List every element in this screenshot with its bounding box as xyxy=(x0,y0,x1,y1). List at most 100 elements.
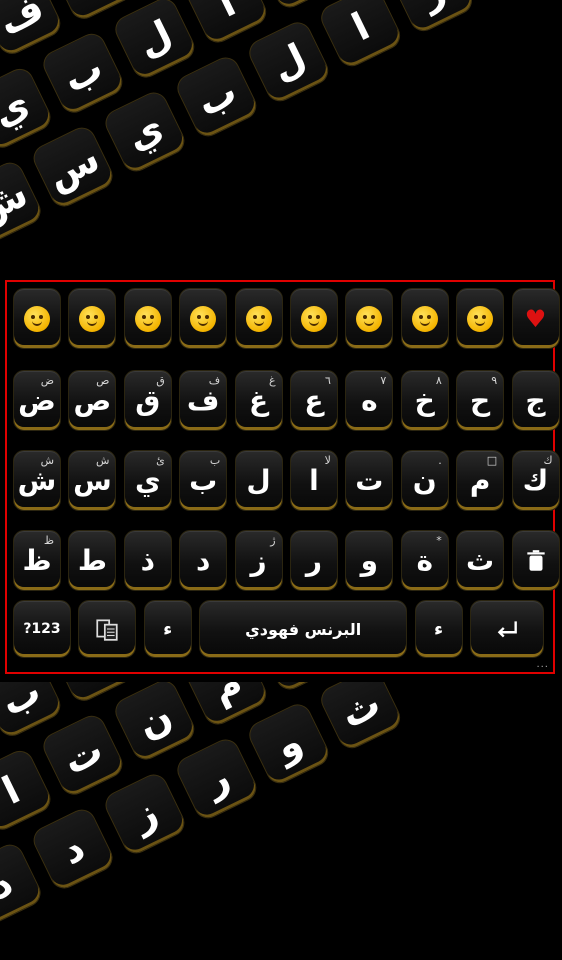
key-label: ص xyxy=(73,384,112,417)
emoji-broken-heart-key[interactable]: ♥ xyxy=(511,288,560,349)
space-key[interactable]: البرنس فهودي xyxy=(199,600,408,658)
key-2[interactable]: ذ xyxy=(123,530,172,591)
key-7[interactable]: ٨خ xyxy=(400,370,449,431)
key-6[interactable]: ٧ه xyxy=(345,370,394,431)
emoji-sleeping-key[interactable] xyxy=(68,288,117,349)
background-top-grid: ضقفغعهخحمسيبلاتنةشسيبلارو xyxy=(0,0,562,278)
key-sub-label: ٦ xyxy=(325,374,331,387)
key-sub-label: ص xyxy=(96,374,110,387)
key-7[interactable]: .ن xyxy=(400,450,449,511)
key-1[interactable]: شس xyxy=(68,450,117,511)
letter-row-3: ظ ظ ط ذ د ژ ز ر و * ة ث xyxy=(13,530,560,591)
key-label: و xyxy=(360,544,379,577)
letter-row-1: ضضصصققففغغ٦ع٧ه٨خ٩حج xyxy=(13,370,560,431)
hamza-alt-key[interactable]: ء xyxy=(414,600,463,658)
key-2[interactable]: قق xyxy=(123,370,172,431)
background-top-keyboard: ضقفغعهخحمسيبلاتنةشسيبلارو xyxy=(0,0,562,278)
key-5[interactable]: ٦ع xyxy=(289,370,338,431)
key-8[interactable]: ٩ح xyxy=(456,370,505,431)
key-sub-label: لا xyxy=(324,454,331,467)
emoji-joy-cat-icon xyxy=(467,305,494,332)
bg-key: ي xyxy=(0,64,56,153)
key-sub-label: ق xyxy=(156,374,165,387)
key-6[interactable]: و xyxy=(345,530,394,591)
bg-key: ا xyxy=(316,0,405,71)
emoji-relieved-key[interactable] xyxy=(234,288,283,349)
key-1[interactable]: ط xyxy=(68,530,117,591)
key-label: ك xyxy=(522,464,549,497)
bg-key: ن xyxy=(110,682,199,765)
key-5[interactable]: لا ا xyxy=(289,450,338,511)
key-0[interactable]: ضض xyxy=(13,370,61,431)
bg-key: ب xyxy=(172,52,261,142)
numbers-key[interactable]: ?123 xyxy=(13,600,71,658)
key-0[interactable]: شش xyxy=(13,450,61,511)
key-1[interactable]: صص xyxy=(68,370,117,431)
delete-key[interactable] xyxy=(511,530,560,591)
key-9[interactable]: كك xyxy=(511,450,560,511)
emoji-heart-eyes-cat-key[interactable] xyxy=(400,288,449,349)
key-label: ب xyxy=(189,464,218,497)
key-sub-label: ئ xyxy=(156,454,165,467)
enter-icon xyxy=(497,621,517,638)
space-key-label: البرنس فهودي xyxy=(245,619,362,639)
keyboard-panel: ♥ ضضصصققففغغ٦ع٧ه٨خ٩حج ش ش ش س ئ ي ب ب ل لا ا ت. ن □ م ك… xyxy=(5,280,560,674)
bg-key: د xyxy=(28,804,118,894)
background-bottom-grid: سيبغعهخحلاتنمكذدزروث xyxy=(0,682,562,960)
key-4[interactable]: ژز xyxy=(234,530,283,591)
numbers-key-label: ?123 xyxy=(23,621,61,637)
bg-key: ز xyxy=(100,769,190,859)
emoji-unamused-icon xyxy=(134,305,161,332)
key-label: ف xyxy=(186,384,220,417)
hamza-key[interactable]: ء xyxy=(143,600,192,658)
key-label: ت xyxy=(355,464,384,497)
key-sub-label: □ xyxy=(486,454,498,467)
key-label: ط xyxy=(77,544,107,577)
bg-key: ث xyxy=(316,682,405,753)
key-label: ي xyxy=(134,464,161,497)
key-8[interactable]: ث xyxy=(456,530,505,591)
emoji-unamused-key[interactable] xyxy=(123,288,172,349)
clipboard-key[interactable] xyxy=(78,600,137,658)
key-label: ه xyxy=(361,384,378,417)
enter-key[interactable] xyxy=(469,600,544,658)
key-label: ع xyxy=(304,384,324,417)
key-label: ق xyxy=(135,384,161,417)
key-5[interactable]: ر xyxy=(289,530,338,591)
key-label: ة xyxy=(416,544,433,577)
key-sub-label: ژ xyxy=(270,534,276,547)
key-label: س xyxy=(73,464,112,497)
key-label: ز xyxy=(250,544,267,577)
key-6[interactable]: ت xyxy=(345,450,394,511)
key-2[interactable]: ئي xyxy=(123,450,172,511)
key-label: ج xyxy=(525,384,546,417)
key-7[interactable]: * ة xyxy=(400,530,449,591)
key-sub-label: ٨ xyxy=(435,374,442,387)
emoji-heart-eyes-cat-icon xyxy=(411,305,438,332)
emoji-slight-smile-key[interactable] xyxy=(289,288,338,349)
bg-key: و xyxy=(244,699,333,788)
key-3[interactable]: د xyxy=(179,530,228,591)
emoji-tears-of-joy-key[interactable] xyxy=(13,288,61,349)
key-label: ث xyxy=(466,544,495,577)
emoji-flushed-key[interactable] xyxy=(179,288,228,349)
key-label: ا xyxy=(309,464,319,497)
key-label: خ xyxy=(414,384,435,417)
key-8[interactable]: □ م xyxy=(456,450,505,511)
key-sub-label: ش xyxy=(95,454,110,467)
key-3[interactable]: بب xyxy=(179,450,228,511)
key-9[interactable]: ج xyxy=(511,370,560,431)
key-label: غ xyxy=(248,384,269,417)
key-sub-label: ش xyxy=(40,454,54,467)
key-0[interactable]: ظظ xyxy=(13,530,61,591)
emoji-joy-cat-key[interactable] xyxy=(456,288,505,349)
emoji-smiling-blush-icon xyxy=(356,305,383,332)
key-4[interactable]: ل xyxy=(234,450,283,511)
bg-key: ا xyxy=(0,746,56,835)
key-3[interactable]: فف xyxy=(179,370,228,431)
emoji-relieved-icon xyxy=(245,305,272,332)
emoji-smiling-blush-key[interactable] xyxy=(345,288,394,349)
bg-key: و xyxy=(460,0,549,1)
key-4[interactable]: غغ xyxy=(234,370,283,431)
key-label: ظ xyxy=(22,544,52,577)
